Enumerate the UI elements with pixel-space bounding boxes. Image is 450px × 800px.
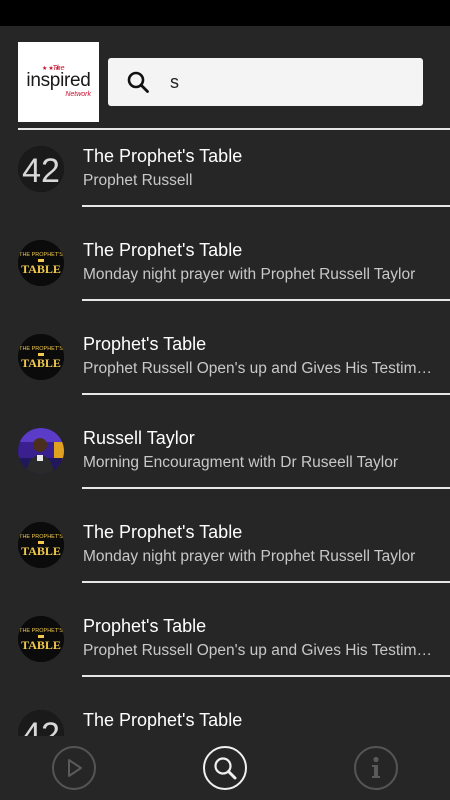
thumb-table-top: THE PROPHET'S <box>19 252 63 258</box>
inspired-network-logo[interactable]: ★★★ The inspired Network <box>18 42 99 122</box>
result-row-6[interactable]: THE PROPHET'S TABLE Prophet's Table Prop… <box>0 600 450 694</box>
thumb-table-top: THE PROPHET'S <box>19 534 63 540</box>
row-divider <box>82 487 450 489</box>
result-row-2[interactable]: THE PROPHET'S TABLE The Prophet's Table … <box>0 224 450 318</box>
result-title: Prophet's Table <box>83 334 207 354</box>
info-icon <box>366 755 386 781</box>
play-button[interactable] <box>52 746 96 790</box>
row-divider <box>82 205 450 207</box>
prophets-table-thumbnail: THE PROPHET'S TABLE <box>18 240 64 286</box>
number-42-thumbnail: 42 <box>18 146 64 192</box>
prophets-table-thumbnail: THE PROPHET'S TABLE <box>18 334 64 380</box>
row-divider <box>82 675 450 677</box>
result-subtitle: Morning Encouragment with Dr Ruseell Tay… <box>83 454 399 471</box>
info-button[interactable] <box>354 746 398 790</box>
result-title: The Prophet's Table <box>83 710 243 730</box>
row-divider <box>82 581 450 583</box>
thumb-table-main: TABLE <box>21 356 61 370</box>
thumb-table-main: TABLE <box>21 638 61 652</box>
result-title: Prophet's Table <box>83 616 207 636</box>
search-bar[interactable] <box>108 58 423 106</box>
result-title: Russell Taylor <box>83 428 195 448</box>
logo-sub-text: Network <box>65 91 91 98</box>
search-input[interactable] <box>170 71 420 93</box>
result-subtitle: Monday night prayer with Prophet Russell… <box>83 548 416 565</box>
search-icon <box>212 755 238 781</box>
play-icon <box>64 757 84 779</box>
thumb-table-top: THE PROPHET'S <box>19 628 63 634</box>
search-icon[interactable] <box>126 70 150 94</box>
prophets-table-thumbnail: THE PROPHET'S TABLE <box>18 522 64 568</box>
number-42-thumbnail: 42 <box>18 710 64 736</box>
result-row-7[interactable]: 42 The Prophet's Table <box>0 694 450 736</box>
result-title: The Prophet's Table <box>83 146 243 166</box>
thumb-table-main: TABLE <box>21 544 61 558</box>
result-row-1[interactable]: 42 The Prophet's Table Prophet Russell <box>0 130 450 224</box>
russell-taylor-portrait-thumbnail <box>18 428 64 474</box>
result-subtitle: Prophet Russell Open's up and Gives His … <box>83 360 435 377</box>
result-subtitle: Prophet Russell <box>83 172 193 189</box>
thumb-number: 42 <box>22 152 60 190</box>
thumb-table-main: TABLE <box>21 262 61 276</box>
thumb-number: 42 <box>22 716 60 736</box>
row-divider <box>82 299 450 301</box>
result-subtitle: Monday night prayer with Prophet Russell… <box>83 266 416 283</box>
result-subtitle: Prophet Russell Open's up and Gives His … <box>83 642 435 659</box>
logo-main-text: inspired <box>26 70 91 91</box>
result-row-3[interactable]: THE PROPHET'S TABLE Prophet's Table Prop… <box>0 318 450 412</box>
search-tab-button[interactable] <box>203 746 247 790</box>
results-list[interactable]: 42 The Prophet's Table Prophet Russell T… <box>0 130 450 736</box>
row-divider <box>82 393 450 395</box>
result-row-5[interactable]: THE PROPHET'S TABLE The Prophet's Table … <box>0 506 450 600</box>
logo-stars-icon: ★★★ <box>42 66 62 72</box>
result-title: The Prophet's Table <box>83 240 243 260</box>
bottom-nav-bar <box>0 736 450 800</box>
status-bar <box>0 0 450 26</box>
thumb-table-top: THE PROPHET'S <box>19 346 63 352</box>
result-row-4[interactable]: Russell Taylor Morning Encouragment with… <box>0 412 450 506</box>
result-title: The Prophet's Table <box>83 522 243 542</box>
prophets-table-thumbnail: THE PROPHET'S TABLE <box>18 616 64 662</box>
